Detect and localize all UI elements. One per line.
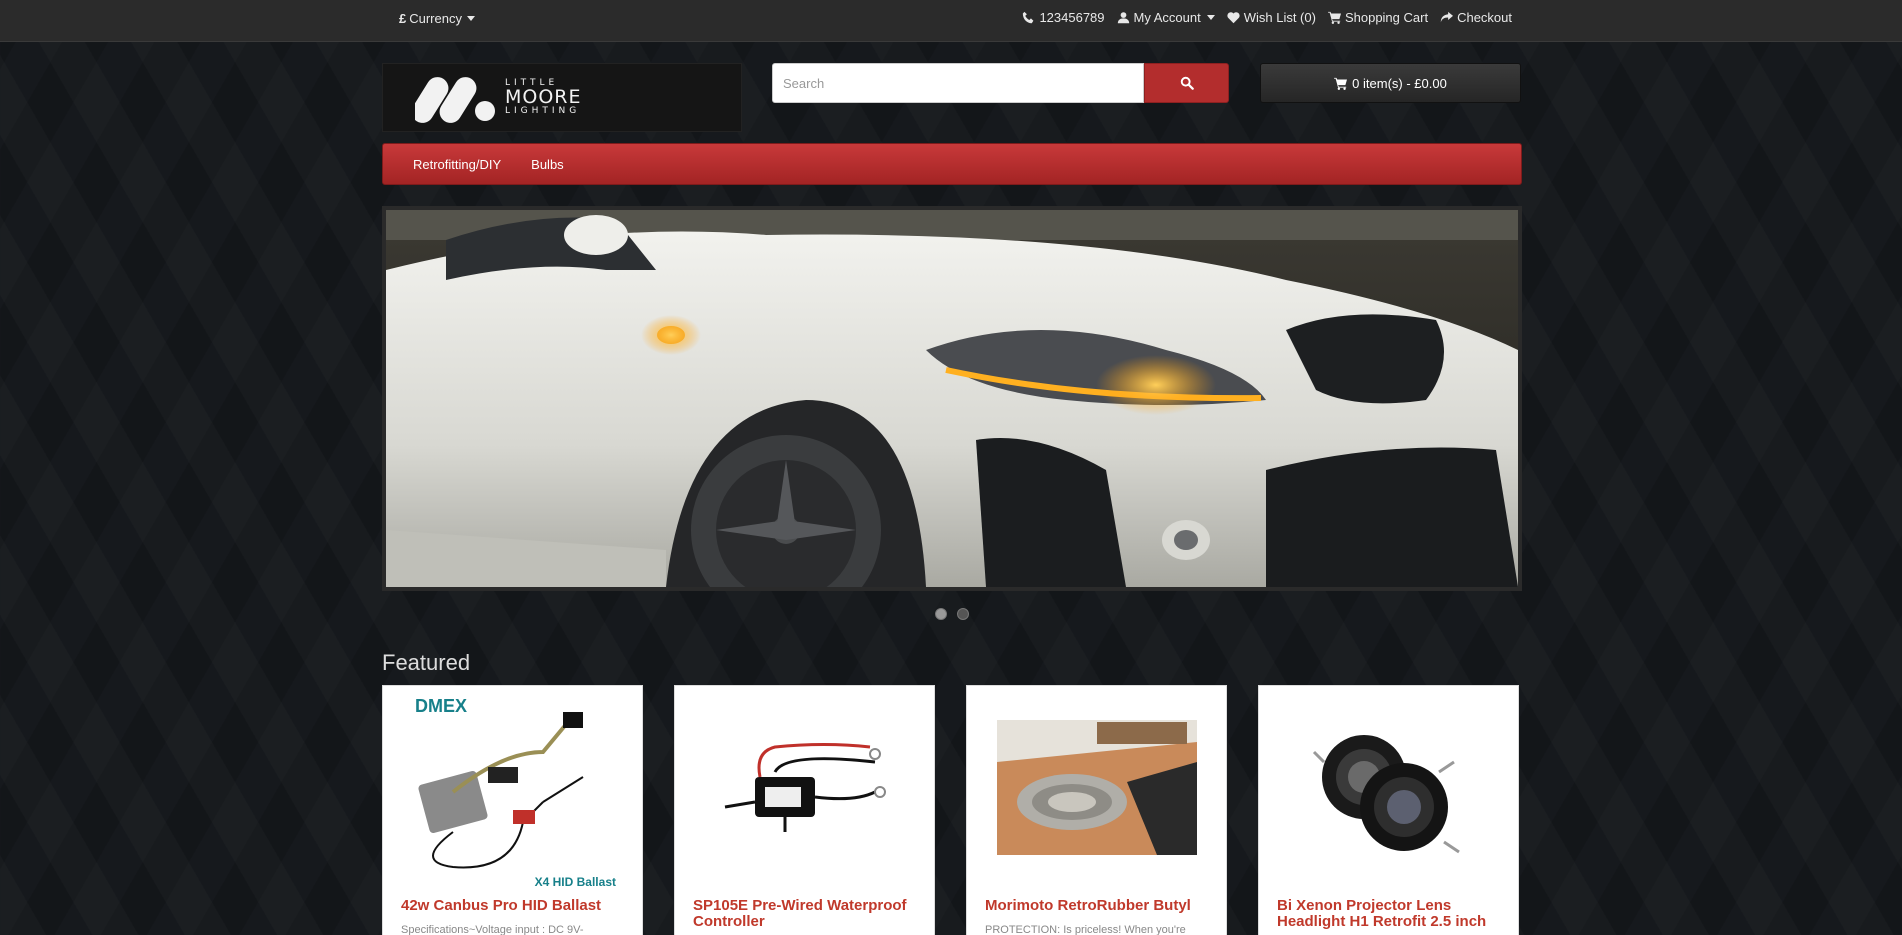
product-card[interactable]: DMEX X4 HID Ballast 42w Canbus Pro HID B… xyxy=(382,685,643,935)
logo-line-2: MOORE xyxy=(505,86,582,108)
phone-icon xyxy=(1022,11,1035,24)
search-bar xyxy=(772,63,1229,103)
product-image-controller xyxy=(685,692,924,892)
menu-item-bulbs[interactable]: Bulbs xyxy=(531,157,564,172)
cart-button[interactable]: 0 item(s) - £0.00 xyxy=(1260,63,1521,103)
product-card[interactable]: Morimoto RetroRubber Butyl PROTECTION: I… xyxy=(966,685,1227,935)
site-logo[interactable]: LITTLE MOORE LIGHTING xyxy=(382,63,742,132)
logo-mark-icon xyxy=(415,76,495,123)
featured-products: DMEX X4 HID Ballast 42w Canbus Pro HID B… xyxy=(382,685,1522,935)
caret-down-icon xyxy=(1206,15,1215,20)
slider-dot-1[interactable] xyxy=(935,608,947,620)
slider-dot-2[interactable] xyxy=(957,608,969,620)
shopping-cart-label: Shopping Cart xyxy=(1344,10,1429,25)
caret-down-icon xyxy=(466,16,475,21)
logo-line-3: LIGHTING xyxy=(505,106,581,116)
product-card[interactable]: SP105E Pre-Wired Waterproof Controller xyxy=(674,685,935,935)
share-icon xyxy=(1440,11,1454,24)
product-image-projector xyxy=(1269,692,1508,892)
checkout-link[interactable]: Checkout xyxy=(1440,10,1512,25)
logo-text: LITTLE MOORE LIGHTING xyxy=(505,79,582,116)
pound-icon: £ xyxy=(399,11,407,26)
currency-label: Currency xyxy=(409,11,462,26)
user-icon xyxy=(1117,11,1130,24)
cart-icon xyxy=(1327,11,1341,24)
product-image-butyl xyxy=(977,692,1216,892)
product-description: Specifications~Voltage input : DC 9V- xyxy=(401,924,584,935)
product-card[interactable]: Bi Xenon Projector Lens Headlight H1 Ret… xyxy=(1258,685,1519,935)
product-image-hid-ballast: DMEX X4 HID Ballast xyxy=(393,692,632,892)
my-account-dropdown[interactable]: My Account xyxy=(1117,10,1215,25)
cart-icon xyxy=(1334,77,1348,90)
search-icon xyxy=(1180,76,1194,90)
product-image-label-top: DMEX xyxy=(415,696,467,716)
checkout-label: Checkout xyxy=(1457,10,1512,25)
hero-slider[interactable] xyxy=(382,206,1522,591)
main-menu: Retrofitting/DIY Bulbs xyxy=(382,143,1522,185)
heart-icon xyxy=(1227,11,1240,24)
product-name[interactable]: SP105E Pre-Wired Waterproof Controller xyxy=(693,898,922,930)
top-bar: £ Currency 123456789 My Account Wish Lis… xyxy=(0,0,1902,42)
product-name[interactable]: Bi Xenon Projector Lens Headlight H1 Ret… xyxy=(1277,898,1506,930)
product-name[interactable]: Morimoto RetroRubber Butyl xyxy=(985,898,1214,914)
top-links: 123456789 My Account Wish List (0) Shopp… xyxy=(1022,10,1512,25)
cart-total: 0 item(s) - £0.00 xyxy=(1352,75,1447,91)
search-input[interactable] xyxy=(772,63,1144,103)
shopping-cart-link[interactable]: Shopping Cart xyxy=(1327,10,1429,25)
featured-heading: Featured xyxy=(382,650,471,675)
currency-dropdown[interactable]: £ Currency xyxy=(399,11,475,26)
menu-item-retrofitting[interactable]: Retrofitting/DIY xyxy=(413,157,501,172)
search-button[interactable] xyxy=(1144,63,1229,103)
product-image-label-bottom: X4 HID Ballast xyxy=(535,875,616,889)
wishlist-link[interactable]: Wish List (0) xyxy=(1227,10,1316,25)
product-name[interactable]: 42w Canbus Pro HID Ballast xyxy=(401,898,630,914)
my-account-label: My Account xyxy=(1133,10,1201,25)
phone-number: 123456789 xyxy=(1039,10,1105,25)
wishlist-label: Wish List (0) xyxy=(1243,10,1316,25)
phone-link[interactable]: 123456789 xyxy=(1022,10,1105,25)
slider-pagination xyxy=(935,608,969,620)
slide-image xyxy=(386,210,1518,587)
product-description: PROTECTION: Is priceless! When you're xyxy=(985,924,1186,935)
